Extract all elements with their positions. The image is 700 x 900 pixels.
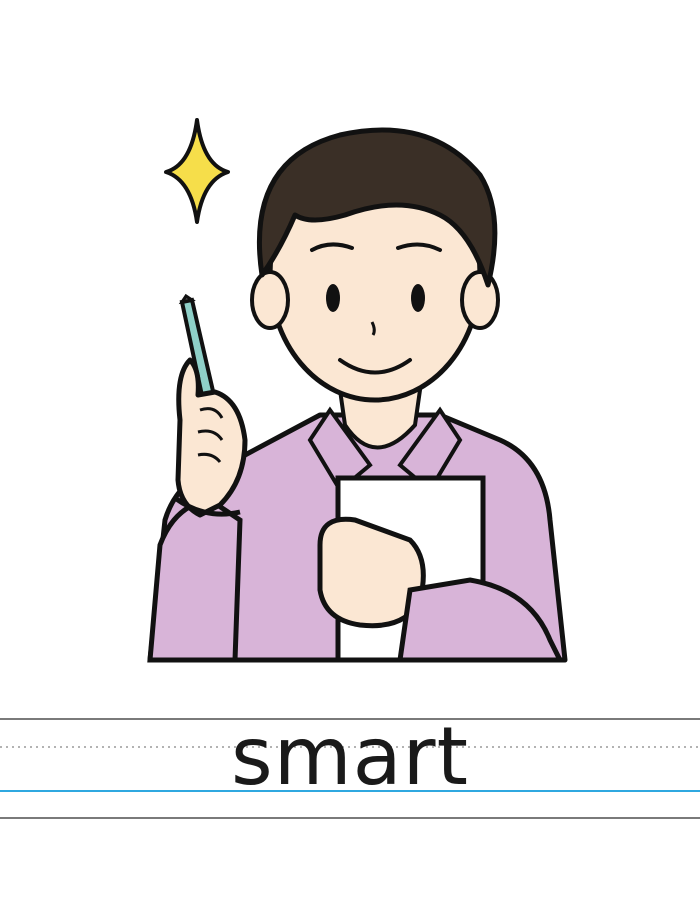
sparkle-icon <box>164 118 230 224</box>
smart-person-illustration <box>147 118 568 663</box>
flashcard: smart <box>0 0 700 900</box>
flashcard-word: smart <box>231 710 469 803</box>
